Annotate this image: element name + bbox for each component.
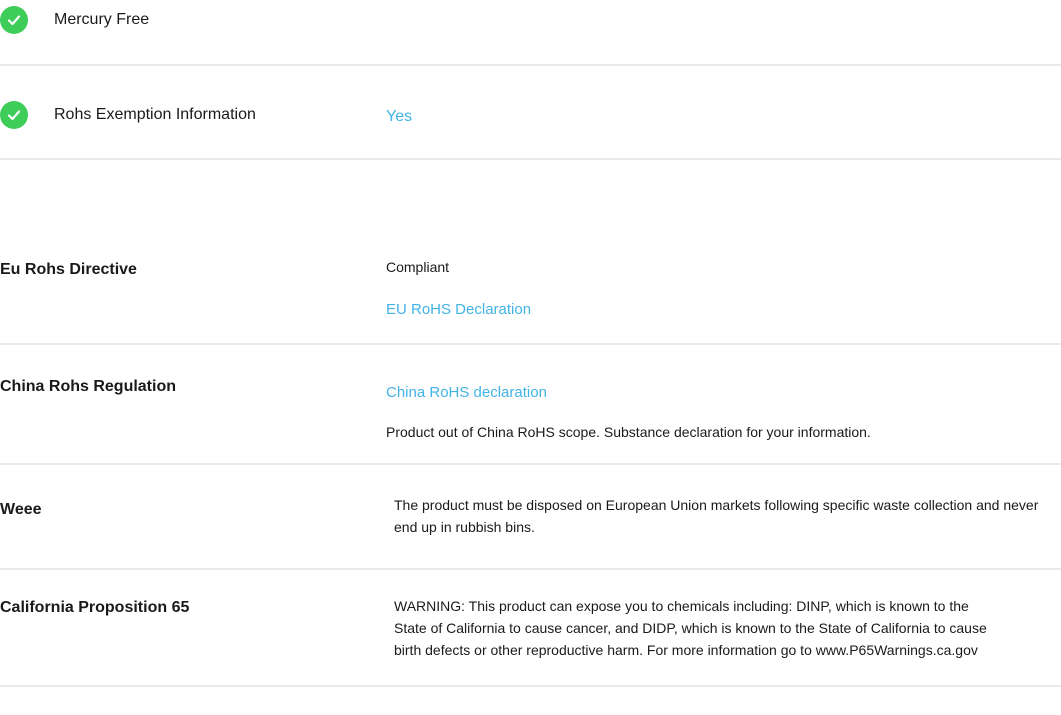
divider <box>0 343 1061 345</box>
divider <box>0 568 1061 570</box>
eu-rohs-directive-label: Eu Rohs Directive <box>0 261 137 278</box>
california-prop65-warning: WARNING: This product can expose you to … <box>394 598 987 658</box>
divider <box>0 463 1061 465</box>
china-rohs-regulation-label: China Rohs Regulation <box>0 378 176 395</box>
china-rohs-note: Product out of China RoHS scope. Substan… <box>386 424 871 440</box>
divider <box>0 685 1061 687</box>
weee-text: The product must be disposed on European… <box>394 497 1039 535</box>
rohs-exemption-value-link[interactable]: Yes <box>386 107 412 127</box>
china-rohs-declaration-link[interactable]: China RoHS declaration <box>386 383 547 403</box>
divider <box>0 158 1061 160</box>
eu-rohs-status: Compliant <box>386 259 450 275</box>
divider <box>0 64 1061 66</box>
mercury-free-label: Mercury Free <box>54 11 150 28</box>
california-prop65-label: California Proposition 65 <box>0 599 190 616</box>
rohs-exemption-label: Rohs Exemption Information <box>54 106 256 123</box>
check-circle-icon <box>0 101 28 129</box>
weee-label: Weee <box>0 501 42 518</box>
eu-rohs-declaration-link[interactable]: EU RoHS Declaration <box>386 300 531 320</box>
check-circle-icon <box>0 6 28 34</box>
